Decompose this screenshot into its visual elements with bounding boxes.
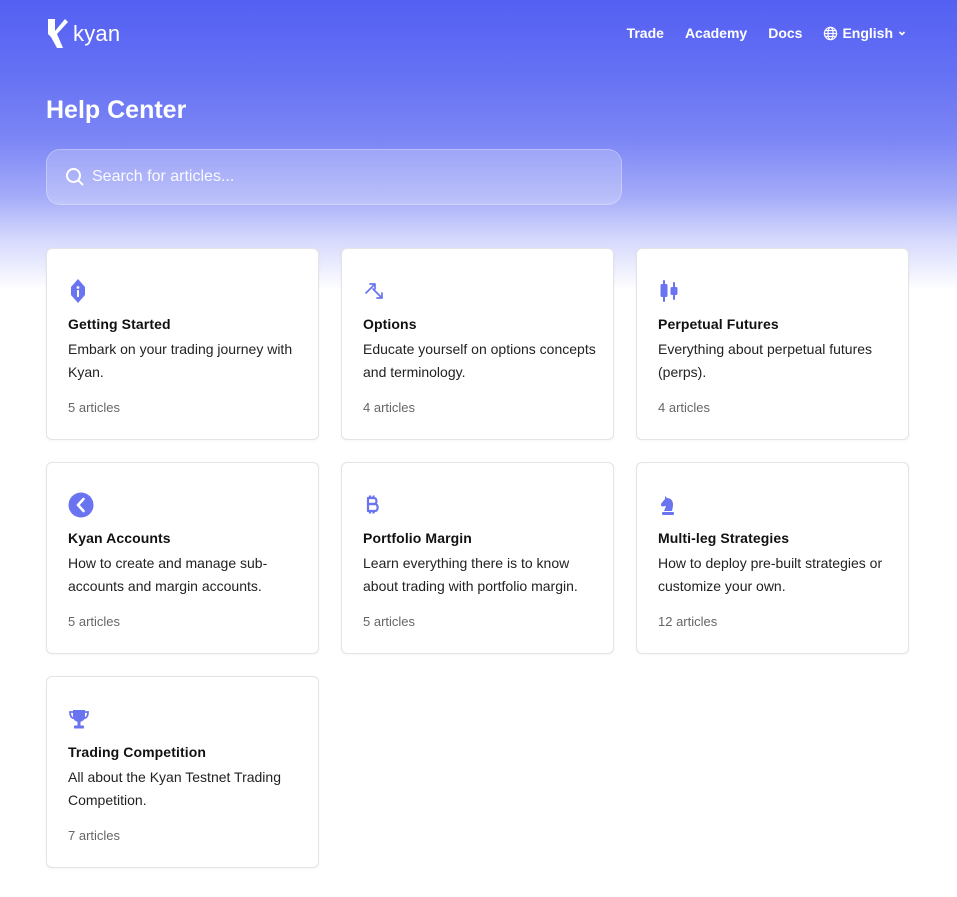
collection-title: Multi-leg Strategies — [658, 530, 790, 546]
arrows-swap-icon — [363, 277, 391, 305]
article-count: 4 articles — [658, 400, 711, 415]
collection-description: How to deploy pre-built strategies or cu… — [658, 555, 883, 594]
collection-card-portfolio-margin[interactable]: Portfolio Margin Learn everything there … — [341, 462, 614, 654]
kyan-logo-icon — [48, 19, 68, 48]
collection-title: Perpetual Futures — [658, 316, 779, 332]
search-bar[interactable] — [46, 149, 622, 205]
collection-title: Portfolio Margin — [363, 530, 472, 546]
nav-trade[interactable]: Trade — [627, 25, 664, 41]
collection-card-multi-leg-strategies[interactable]: Multi-leg Strategies How to deploy pre-b… — [636, 462, 909, 654]
nav-academy[interactable]: Academy — [685, 25, 747, 41]
kyan-logo[interactable]: kyan — [45, 17, 120, 49]
main-nav: Trade Academy Docs English — [606, 25, 907, 41]
collection-card-getting-started[interactable]: Getting Started Embark on your trading j… — [46, 248, 319, 440]
bitcoin-icon — [363, 491, 391, 519]
collection-description: Embark on your trading journey with Kyan… — [68, 341, 293, 380]
article-count: 12 articles — [658, 614, 718, 629]
collection-description: Everything about perpetual futures (perp… — [658, 341, 873, 380]
language-label: English — [842, 25, 893, 41]
collection-title: Options — [363, 316, 417, 332]
collection-description: All about the Kyan Testnet Trading Compe… — [68, 769, 281, 808]
collection-card-trading-competition[interactable]: Trading Competition All about the Kyan T… — [46, 676, 319, 868]
info-badge-icon — [68, 277, 96, 305]
search-input[interactable] — [92, 168, 572, 186]
collection-title: Kyan Accounts — [68, 530, 171, 546]
collection-title: Getting Started — [68, 316, 171, 332]
article-count: 7 articles — [68, 828, 121, 843]
trophy-icon — [68, 705, 96, 733]
collection-card-kyan-accounts[interactable]: Kyan Accounts How to create and manage s… — [46, 462, 319, 654]
collection-description: Learn everything there is to know about … — [363, 555, 578, 594]
collection-card-perpetual-futures[interactable]: Perpetual Futures Everything about perpe… — [636, 248, 909, 440]
logo-text: kyan — [73, 21, 121, 46]
top-navigation: kyan Trade Academy Docs English — [0, 0, 957, 70]
globe-icon — [823, 26, 838, 41]
collection-description: Educate yourself on options concepts and… — [363, 341, 596, 380]
collection-description: How to create and manage sub-accounts an… — [68, 555, 268, 594]
language-selector[interactable]: English — [823, 25, 907, 41]
page-title: Help Center — [46, 96, 187, 124]
article-count: 4 articles — [363, 400, 416, 415]
article-count: 5 articles — [363, 614, 416, 629]
article-count: 5 articles — [68, 400, 121, 415]
collection-card-options[interactable]: Options Educate yourself on options conc… — [341, 248, 614, 440]
article-count: 5 articles — [68, 614, 121, 629]
search-icon — [65, 167, 85, 187]
kyan-circle-icon — [68, 491, 96, 519]
chess-knight-icon — [658, 491, 686, 519]
chevron-down-icon — [897, 28, 907, 38]
nav-docs[interactable]: Docs — [768, 25, 802, 41]
candlestick-icon — [658, 277, 686, 305]
collection-title: Trading Competition — [68, 744, 207, 760]
